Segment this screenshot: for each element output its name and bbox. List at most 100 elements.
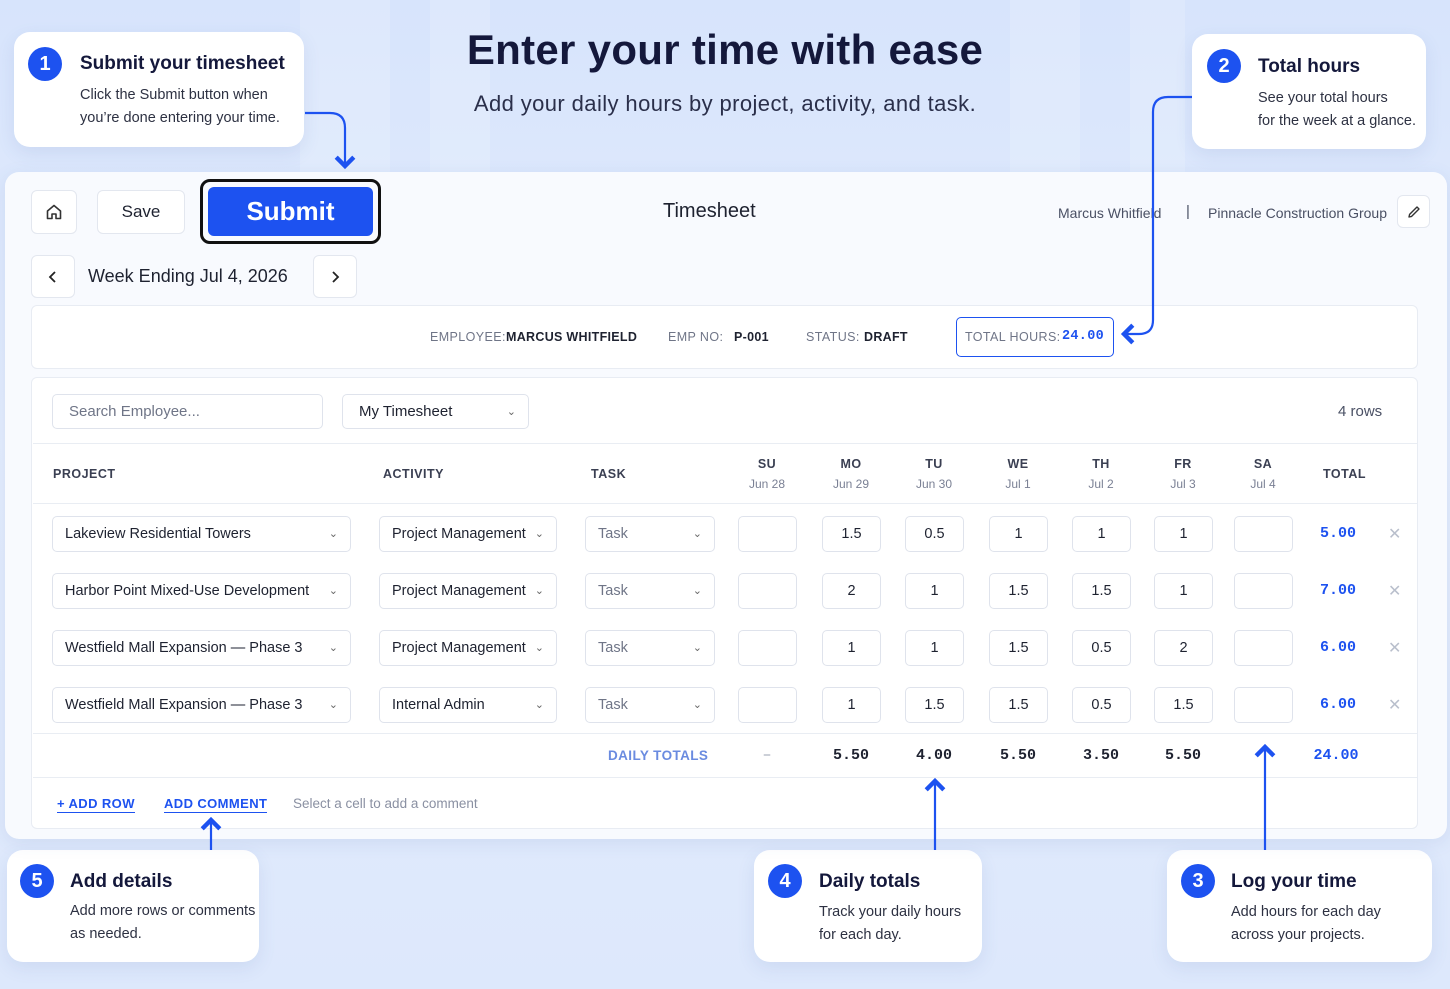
task-select[interactable]: Task ⌄ <box>585 687 715 723</box>
hours-cell[interactable]: 1.5 <box>989 573 1048 609</box>
hours-cell[interactable]: 1.5 <box>1154 687 1213 723</box>
user-name: Marcus Whitfield <box>1058 205 1162 221</box>
task-select-value: Task <box>598 640 628 656</box>
task-select-value: Task <box>598 526 628 542</box>
close-icon[interactable]: ✕ <box>1388 524 1401 544</box>
hours-cell[interactable]: 0.5 <box>1072 630 1131 666</box>
callout-number: 1 <box>28 47 62 81</box>
day-header: WE <box>1007 457 1029 471</box>
project-select-value: Westfield Mall Expansion — Phase 3 <box>65 697 303 713</box>
callout-line: for the week at a glance. <box>1258 113 1416 129</box>
hours-cell[interactable]: 2 <box>822 573 881 609</box>
hours-cell[interactable]: 0.5 <box>905 516 964 552</box>
divider <box>33 443 1417 444</box>
edit-button[interactable] <box>1397 195 1430 228</box>
chevron-down-icon: ⌄ <box>328 585 338 597</box>
activity-select[interactable]: Internal Admin ⌄ <box>379 687 557 723</box>
callout-total-hours: 2 Total hours See your total hours for t… <box>1192 34 1426 149</box>
add-row-link[interactable]: + ADD ROW <box>57 796 135 813</box>
hours-cell[interactable]: 1 <box>905 573 964 609</box>
callout-number: 2 <box>1207 49 1241 83</box>
home-icon <box>46 204 62 220</box>
task-select[interactable]: Task ⌄ <box>585 630 715 666</box>
day-header: SU <box>757 457 777 471</box>
summary-bar <box>31 305 1418 369</box>
chevron-right-icon <box>332 270 340 283</box>
hours-cell[interactable] <box>1234 573 1293 609</box>
callout-line: you’re done entering your time. <box>80 110 280 126</box>
activity-select-value: Project Management <box>392 640 526 656</box>
activity-select-value: Internal Admin <box>392 697 485 713</box>
hours-cell[interactable] <box>738 630 797 666</box>
hours-cell[interactable]: 1 <box>1072 516 1131 552</box>
day-header: TU <box>925 457 943 471</box>
hours-cell[interactable]: 0.5 <box>1072 687 1131 723</box>
total-hours-value: 24.00 <box>1062 329 1105 344</box>
close-icon[interactable]: ✕ <box>1388 638 1401 658</box>
hours-cell[interactable] <box>738 516 797 552</box>
callout-line: for each day. <box>819 927 902 943</box>
close-icon[interactable]: ✕ <box>1388 581 1401 601</box>
hours-cell[interactable]: 1.5 <box>822 516 881 552</box>
activity-select[interactable]: Project Management ⌄ <box>379 516 557 552</box>
hours-cell[interactable]: 1 <box>989 516 1048 552</box>
search-employee-input[interactable]: Search Employee... <box>52 394 323 429</box>
project-select[interactable]: Westfield Mall Expansion — Phase 3 ⌄ <box>52 630 351 666</box>
prev-week-button[interactable] <box>31 255 75 298</box>
day-date: Jul 3 <box>1170 477 1196 491</box>
row-count: 4 rows <box>1338 403 1383 420</box>
header-separator: | <box>1186 203 1190 220</box>
hours-cell[interactable]: 1.5 <box>905 687 964 723</box>
callout-line: Add more rows or comments <box>70 903 256 919</box>
chevron-down-icon: ⌄ <box>534 528 544 540</box>
hours-cell[interactable]: 1.5 <box>989 687 1048 723</box>
task-select-value: Task <box>598 583 628 599</box>
hours-cell[interactable] <box>738 687 797 723</box>
row-total: 6.00 <box>1319 696 1356 713</box>
close-icon[interactable]: ✕ <box>1388 695 1401 715</box>
project-select[interactable]: Lakeview Residential Towers ⌄ <box>52 516 351 552</box>
day-date: Jun 28 <box>748 477 786 491</box>
hours-cell[interactable]: 2 <box>1154 630 1213 666</box>
callout-number: 3 <box>1181 864 1215 898</box>
activity-select-value: Project Management <box>392 583 526 599</box>
hours-cell[interactable] <box>1234 516 1293 552</box>
hours-cell[interactable] <box>738 573 797 609</box>
hours-cell[interactable]: 1.5 <box>989 630 1048 666</box>
callout-line: Click the Submit button when <box>80 87 268 103</box>
callout-line: across your projects. <box>1231 927 1365 943</box>
chevron-down-icon: ⌄ <box>534 585 544 597</box>
view-select[interactable]: My Timesheet ⌄ <box>342 394 529 429</box>
task-select[interactable]: Task ⌄ <box>585 516 715 552</box>
day-date: Jun 29 <box>832 477 870 491</box>
grand-total: 24.00 <box>1313 747 1359 764</box>
hours-cell[interactable]: 1 <box>1154 516 1213 552</box>
callout-line: Add hours for each day <box>1231 904 1381 920</box>
day-date: Jul 1 <box>1005 477 1031 491</box>
activity-select[interactable]: Project Management ⌄ <box>379 630 557 666</box>
submit-button[interactable]: Submit <box>208 187 373 236</box>
callout-title: Add details <box>70 871 173 892</box>
next-week-button[interactable] <box>313 255 357 298</box>
activity-select[interactable]: Project Management ⌄ <box>379 573 557 609</box>
project-select[interactable]: Harbor Point Mixed-Use Development ⌄ <box>52 573 351 609</box>
task-select-value: Task <box>598 697 628 713</box>
hours-cell[interactable]: 1 <box>822 630 881 666</box>
callout-title: Submit your timesheet <box>80 53 285 74</box>
hours-cell[interactable]: 1 <box>905 630 964 666</box>
project-select-value: Westfield Mall Expansion — Phase 3 <box>65 640 303 656</box>
project-select[interactable]: Westfield Mall Expansion — Phase 3 ⌄ <box>52 687 351 723</box>
chevron-down-icon: ⌄ <box>328 699 338 711</box>
emp-no-label: EMP NO: <box>668 330 724 344</box>
hours-cell[interactable]: 1 <box>822 687 881 723</box>
save-button[interactable]: Save <box>97 190 185 234</box>
comment-hint: Select a cell to add a comment <box>293 796 478 811</box>
add-comment-link[interactable]: ADD COMMENT <box>164 796 268 813</box>
home-button[interactable] <box>31 190 77 234</box>
daily-total: – <box>762 747 772 764</box>
hours-cell[interactable] <box>1234 687 1293 723</box>
hours-cell[interactable]: 1.5 <box>1072 573 1131 609</box>
hours-cell[interactable]: 1 <box>1154 573 1213 609</box>
hours-cell[interactable] <box>1234 630 1293 666</box>
task-select[interactable]: Task ⌄ <box>585 573 715 609</box>
